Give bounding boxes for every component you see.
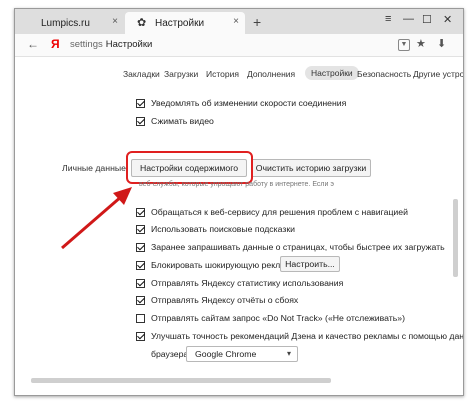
pointer-arrow xyxy=(61,187,132,250)
arrow-line xyxy=(61,194,123,250)
